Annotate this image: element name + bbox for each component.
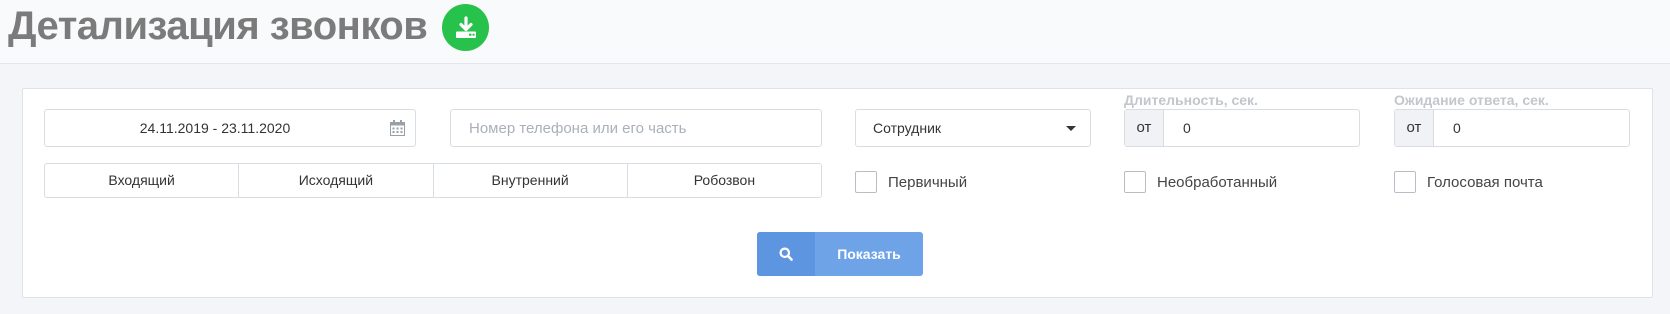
show-button[interactable]: Показать: [757, 232, 923, 276]
date-range-value: 24.11.2019 - 23.11.2020: [139, 120, 291, 136]
show-button-icon-area: [757, 232, 815, 276]
show-button-label: Показать: [837, 246, 901, 262]
wait-from-field[interactable]: от 0: [1394, 109, 1630, 147]
primary-checkbox-box[interactable]: [855, 171, 877, 193]
wait-from-addon: от: [1395, 110, 1434, 146]
download-icon: [455, 15, 476, 38]
date-range-picker[interactable]: 24.11.2019 - 23.11.2020: [44, 109, 416, 147]
employee-select-value: Сотрудник: [873, 120, 942, 136]
search-icon: [779, 247, 793, 261]
voicemail-checkbox-box[interactable]: [1394, 171, 1416, 193]
wait-from-value[interactable]: 0: [1453, 110, 1461, 146]
unprocessed-checkbox-label: Необработанный: [1157, 173, 1278, 191]
duration-label: Длительность, сек.: [1124, 92, 1258, 108]
primary-checkbox[interactable]: Первичный: [855, 170, 967, 194]
download-button[interactable]: [442, 4, 489, 51]
unprocessed-checkbox-box[interactable]: [1124, 171, 1146, 193]
call-type-outgoing-button[interactable]: Исходящий: [239, 164, 434, 197]
calendar-icon: [390, 120, 405, 136]
page-header: Детализация звонков: [0, 0, 1670, 64]
filter-panel: 24.11.2019 - 23.11.2020 Сотрудник Длител…: [22, 88, 1653, 298]
voicemail-checkbox-label: Голосовая почта: [1427, 173, 1543, 191]
page-title: Детализация звонков: [8, 4, 428, 48]
duration-from-value[interactable]: 0: [1183, 110, 1191, 146]
duration-from-addon: от: [1125, 110, 1164, 146]
primary-checkbox-label: Первичный: [888, 173, 968, 191]
voicemail-checkbox[interactable]: Голосовая почта: [1394, 170, 1543, 194]
chevron-down-icon: [1066, 126, 1076, 131]
call-type-toggle-group: Входящий Исходящий Внутренний Робозвон: [44, 163, 822, 198]
duration-from-field[interactable]: от 0: [1124, 109, 1360, 147]
unprocessed-checkbox[interactable]: Необработанный: [1124, 170, 1277, 194]
call-type-internal-button[interactable]: Внутренний: [434, 164, 628, 197]
wait-label: Ожидание ответа, сек.: [1394, 92, 1549, 108]
call-type-incoming-button[interactable]: Входящий: [45, 164, 240, 197]
phone-search-input[interactable]: [450, 109, 822, 147]
employee-select[interactable]: Сотрудник: [855, 109, 1091, 147]
call-type-robocall-button[interactable]: Робозвон: [628, 164, 821, 197]
